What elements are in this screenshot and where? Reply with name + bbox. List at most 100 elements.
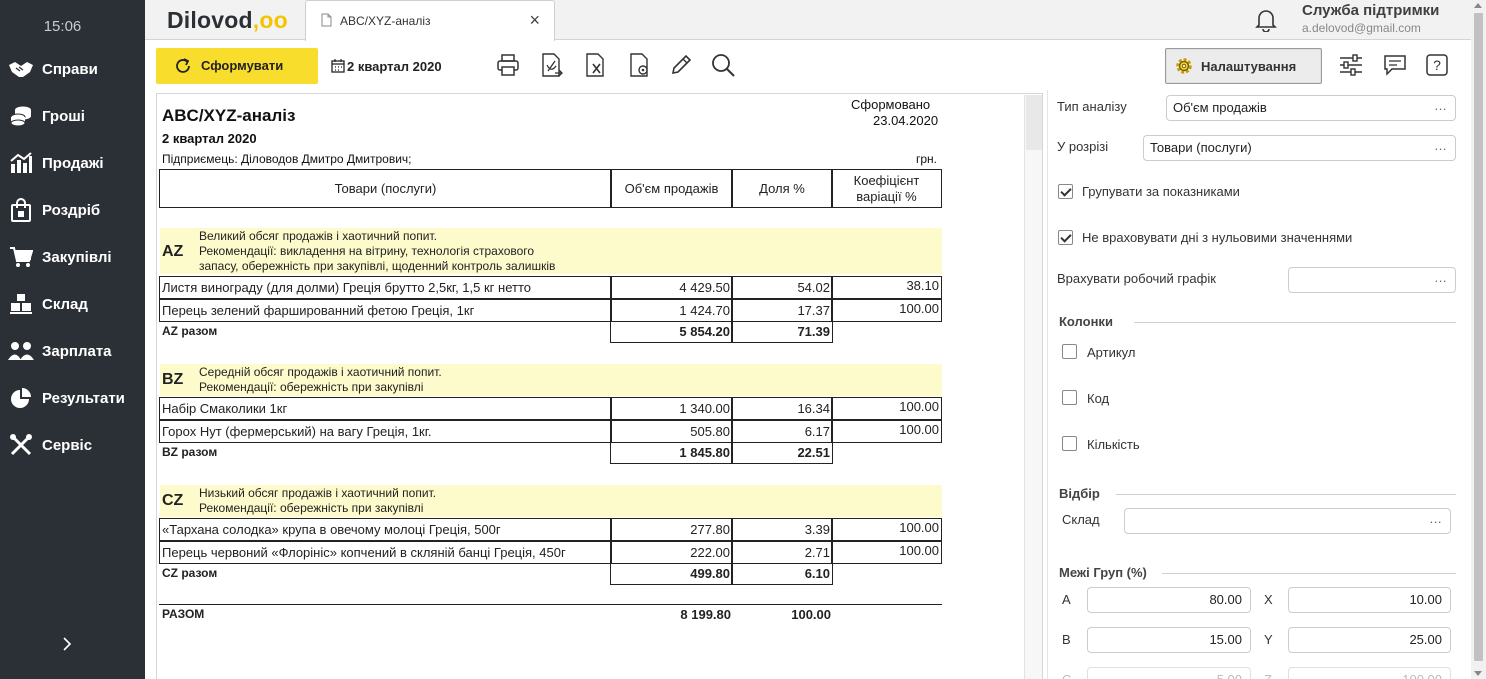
scroll-up-icon[interactable]	[1474, 3, 1482, 8]
limit-z-input[interactable]: 100.00	[1288, 667, 1451, 679]
section-value: Товари (послуги)	[1150, 140, 1252, 155]
group-total-label: CZ разом	[162, 566, 218, 580]
sidebar-item-retail[interactable]: Роздріб	[0, 190, 145, 230]
report-title: ABC/XYZ-аналіз	[162, 106, 296, 125]
cell-share: 2.71	[731, 541, 833, 564]
limit-b-input[interactable]: 15.00	[1087, 627, 1251, 653]
col-code-checkbox[interactable]	[1062, 390, 1077, 405]
export-pdf-icon[interactable]	[538, 51, 566, 79]
ellipsis-icon[interactable]: ...	[1435, 136, 1447, 158]
export-settings-icon[interactable]	[626, 51, 654, 79]
group-description-line: Низький обсяг продажів і хаотичний попит…	[199, 486, 437, 500]
tab-abc-xyz[interactable]: ABC/XYZ-аналіз ×	[305, 0, 555, 41]
col-code-label[interactable]: Код	[1087, 391, 1109, 406]
sidebar-item-sales[interactable]: Продажі	[0, 143, 145, 183]
cell-coef: 100.00	[831, 397, 942, 420]
col-qty-checkbox[interactable]	[1062, 436, 1077, 451]
limit-x-label: X	[1264, 592, 1273, 607]
col-header-product: Товари (послуги)	[159, 169, 612, 208]
sidebar-item-money[interactable]: Гроші	[0, 96, 145, 136]
group-description-line: Великий обсяг продажів і хаотичний попит…	[199, 229, 437, 243]
group-by-label[interactable]: Групувати за показниками	[1082, 184, 1240, 199]
report-scrollbar[interactable]	[1024, 95, 1042, 679]
cell-coef: 100.00	[831, 299, 942, 322]
sidebar: 15:06 Справи Гроші Продажі Роздріб Закуп…	[0, 0, 145, 679]
cell-share: 6.17	[731, 420, 833, 443]
ellipsis-icon[interactable]: ...	[1430, 509, 1442, 531]
printer-icon[interactable]	[494, 51, 522, 79]
group-code: BZ	[162, 371, 184, 388]
sidebar-item-results[interactable]: Результати	[0, 378, 145, 418]
warehouse-field[interactable]: ...	[1124, 508, 1451, 534]
logo-text: Dilovod	[167, 7, 253, 33]
cell-share: 54.02	[731, 276, 833, 299]
sidebar-item-purchases[interactable]: Закупівлі	[0, 237, 145, 277]
sidebar-item-service[interactable]: Сервіс	[0, 425, 145, 465]
schedule-label: Врахувати робочий графік	[1057, 271, 1216, 286]
support-email: a.delovod@gmail.com	[1302, 21, 1421, 35]
report-scroll-thumb[interactable]	[1026, 95, 1042, 150]
help-icon[interactable]: ?	[1423, 51, 1451, 79]
ignore-zero-label[interactable]: Не враховувати дні з нульовими значенням…	[1082, 230, 1352, 245]
sidebar-item-affairs[interactable]: Справи	[0, 49, 145, 89]
header-bar: Dilovod,oo ABC/XYZ-аналіз × Служба підтр…	[145, 0, 1471, 41]
analysis-type-field[interactable]: Об'єм продажів...	[1166, 95, 1456, 121]
section-divider	[1134, 322, 1456, 323]
support-title[interactable]: Служба підтримки	[1302, 2, 1439, 19]
cell-volume: 1 340.00	[610, 397, 733, 420]
chart-icon	[7, 149, 35, 177]
limit-x-input[interactable]: 10.00	[1288, 587, 1451, 613]
form-report-label: Сформувати	[201, 58, 284, 73]
ellipsis-icon[interactable]: ...	[1435, 96, 1447, 118]
people-icon	[7, 337, 35, 365]
limit-c-input[interactable]: 5.00	[1087, 667, 1251, 679]
boxes-icon	[7, 290, 35, 318]
form-report-button[interactable]: Сформувати	[156, 48, 318, 84]
col-header-share: Доля %	[731, 169, 833, 208]
ignore-zero-checkbox[interactable]	[1058, 230, 1073, 245]
scrollbar-thumb[interactable]	[1474, 13, 1483, 661]
schedule-field[interactable]: ...	[1288, 267, 1456, 293]
col-article-label[interactable]: Артикул	[1087, 345, 1135, 360]
app-root: 15:06 Справи Гроші Продажі Роздріб Закуп…	[0, 0, 1486, 679]
section-field[interactable]: Товари (послуги)...	[1143, 135, 1456, 161]
report-company: Підприємець: Діловодов Дмитро Дмитрович;	[162, 152, 412, 166]
gear-icon	[1176, 58, 1192, 74]
settings-button[interactable]: Налаштування	[1165, 48, 1322, 84]
logo[interactable]: Dilovod,oo	[167, 7, 288, 34]
period-selector[interactable]: 2 квартал 2020	[331, 51, 442, 81]
group-description-line: Середній обсяг продажів і хаотичний попи…	[199, 365, 442, 379]
col-qty-label[interactable]: Кількість	[1087, 437, 1140, 452]
comment-icon[interactable]	[1381, 51, 1409, 79]
calendar-icon	[331, 59, 345, 73]
group-by-checkbox[interactable]	[1058, 184, 1073, 199]
columns-section-title: Колонки	[1059, 314, 1113, 329]
bell-icon[interactable]	[1255, 8, 1277, 37]
group-description-line: Рекомендації: обережність при закупівлі	[199, 501, 424, 515]
edit-icon[interactable]	[667, 51, 695, 79]
limit-a-input[interactable]: 80.00	[1087, 587, 1251, 613]
export-excel-icon[interactable]	[582, 51, 610, 79]
filter-section-title: Відбір	[1059, 486, 1100, 501]
handshake-icon	[7, 55, 35, 83]
col-article-checkbox[interactable]	[1062, 344, 1077, 359]
ellipsis-icon[interactable]: ...	[1435, 268, 1447, 290]
search-icon[interactable]	[709, 51, 737, 79]
sidebar-item-warehouse[interactable]: Склад	[0, 284, 145, 324]
group-description-line: запасу, обережність при закупівлі, щоден…	[199, 259, 556, 273]
limit-y-input[interactable]: 25.00	[1288, 627, 1451, 653]
sidebar-item-label: Справи	[42, 60, 98, 78]
cell-volume: 277.80	[610, 518, 733, 541]
sidebar-item-salary[interactable]: Зарплата	[0, 331, 145, 371]
chevron-right-icon[interactable]	[58, 632, 76, 656]
scroll-down-icon[interactable]	[1474, 671, 1482, 676]
section-divider	[1116, 494, 1456, 495]
tools-icon	[7, 431, 35, 459]
close-icon[interactable]: ×	[529, 10, 540, 31]
sidebar-item-label: Продажі	[42, 154, 104, 172]
page-scrollbar[interactable]	[1471, 0, 1486, 679]
group-total-label: BZ разом	[162, 445, 218, 459]
sliders-icon[interactable]	[1337, 51, 1365, 79]
group-code: CZ	[162, 492, 184, 509]
limits-section-title: Межі Груп (%)	[1059, 565, 1147, 580]
